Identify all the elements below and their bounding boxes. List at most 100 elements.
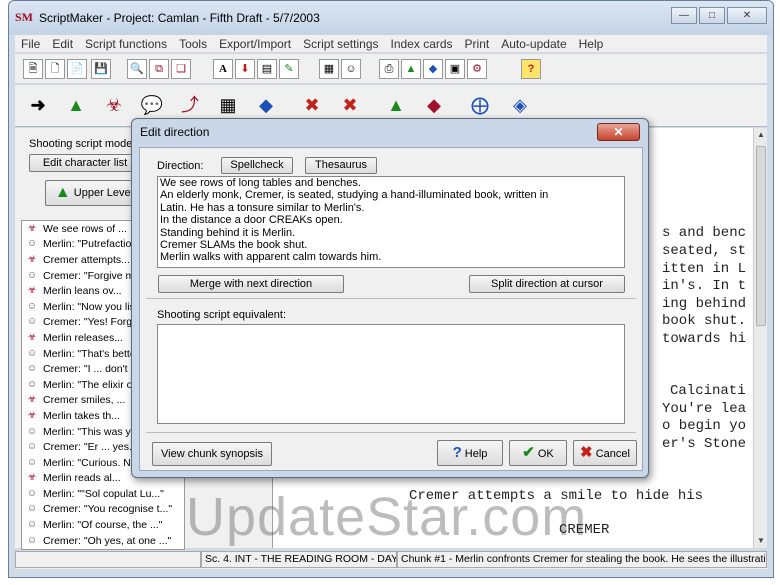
menu-export-import[interactable]: Export/Import [219, 37, 291, 51]
direction-label: Direction: [157, 160, 204, 172]
direction-line: An elderly monk, Cremer, is seated, stud… [160, 189, 549, 202]
list-item[interactable]: ☺ Cremer: "Oh yes, at one ..." [22, 533, 184, 549]
ok-button[interactable]: ✔ OK [509, 440, 567, 466]
index-card-icon[interactable]: ▣ [445, 59, 465, 79]
upper-level-button[interactable]: ▲ Upper Level [45, 180, 143, 206]
view-chunk-synopsis-button[interactable]: View chunk synopsis [152, 442, 272, 466]
help-icon: ? [452, 444, 462, 461]
merge-direction-button[interactable]: Merge with next direction [158, 275, 344, 293]
shooting-script-textarea[interactable] [157, 324, 625, 424]
dialogue-chunk-icon: ☺ [26, 519, 38, 531]
list-item-label: Cremer: "You recognise t..." [43, 503, 173, 516]
dialogue-chunk-icon: ☺ [26, 441, 38, 453]
dialogue-icon[interactable]: 💬 [137, 89, 167, 121]
list-item-label: We see rows of ... [43, 222, 127, 235]
divider [146, 298, 636, 299]
dialogue-chunk-icon: ☺ [26, 347, 38, 359]
settings-icon[interactable]: ⚙ [467, 59, 487, 79]
list-item-label: Merlin releases... [43, 331, 123, 344]
location-icon[interactable]: ◆ [423, 59, 443, 79]
minimize-icon[interactable]: — [671, 7, 697, 24]
document-edit-icon[interactable]: ✎ [279, 59, 299, 79]
calculator-icon[interactable]: ▦ [319, 59, 339, 79]
list-item-label: Merlin takes th... [43, 409, 121, 422]
shot-icon[interactable]: ◆ [251, 89, 281, 121]
upper-level-icon: ▲ [54, 184, 71, 202]
status-scene: Sc. 4. INT - THE READING ROOM - DAY [201, 551, 397, 568]
merge-shots-icon[interactable]: ⨁ [465, 89, 495, 121]
list-item[interactable]: ☺ Merlin: ""Sol copulat Lu..." [22, 486, 184, 502]
new-file-icon[interactable]: 🗎 [23, 59, 43, 79]
direction-line: Standing behind it is Merlin. [160, 226, 296, 239]
menu-print[interactable]: Print [465, 37, 490, 51]
direction-chunk-icon: ☣ [27, 409, 37, 421]
dialogue-chunk-icon: ☺ [26, 300, 38, 312]
delete-direction-icon[interactable]: ✖ [335, 89, 365, 121]
split-shots-icon[interactable]: ◈ [505, 89, 535, 121]
edit-character-list-button[interactable]: Edit character list [29, 154, 141, 172]
thesaurus-button[interactable]: Thesaurus [305, 157, 377, 174]
menu-auto-update[interactable]: Auto-update [501, 37, 566, 51]
transition-icon[interactable]: ⤴ [175, 89, 205, 121]
help-button[interactable]: ? Help [437, 440, 503, 466]
list-item-label: Merlin reads al... [43, 472, 121, 485]
shooting-script-label: Shooting script equivalent: [157, 309, 287, 321]
close-icon[interactable]: ✕ [727, 7, 767, 24]
character-icon[interactable]: ☺ [341, 59, 361, 79]
list-item-label: Cremer smiles, ... [43, 394, 126, 407]
menu-script-functions[interactable]: Script functions [85, 37, 167, 51]
new-scene-icon[interactable]: ▲ [381, 89, 411, 121]
list-item-label: Merlin: ""Sol copulat Lu..." [43, 487, 164, 500]
delete-scene-icon[interactable]: ✖ [297, 89, 327, 121]
spellcheck-button[interactable]: Spellcheck [221, 157, 293, 174]
script-line: o begin yo [662, 418, 747, 434]
cancel-label: Cancel [595, 448, 630, 460]
script-line: er's Stone [662, 436, 747, 452]
menu-tools[interactable]: Tools [179, 37, 207, 51]
help-icon[interactable]: ? [521, 59, 541, 79]
scroll-down-icon[interactable]: ▼ [754, 534, 768, 548]
font-icon[interactable]: A [213, 59, 233, 79]
dialogue-chunk-icon: ☺ [26, 378, 38, 390]
split-direction-button[interactable]: Split direction at cursor [469, 275, 625, 293]
clapperboard-icon[interactable]: ▦ [213, 89, 243, 121]
list-item[interactable]: ☺ Merlin: "Of course, the ..." [22, 517, 184, 533]
enter-arrow-icon[interactable]: ➜ [23, 89, 53, 121]
menu-edit[interactable]: Edit [52, 37, 73, 51]
list-item-label: Merlin: "This was yo... [43, 425, 146, 438]
scene-heading-icon[interactable]: ▲ [61, 89, 91, 121]
open-file-icon[interactable]: 📄 [67, 59, 87, 79]
direction-line: In the distance a door CREAKs open. [160, 214, 343, 227]
menu-file[interactable]: File [21, 37, 40, 51]
dialogue-chunk-icon: ☺ [26, 238, 38, 250]
paste-icon[interactable]: ❏ [171, 59, 191, 79]
edit-direction-dialog: Edit direction ✕ Direction: Spellcheck T… [131, 118, 649, 478]
vertical-scrollbar[interactable]: ▲ ▼ [753, 128, 767, 548]
scroll-up-icon[interactable]: ▲ [754, 128, 768, 142]
menu-script-settings[interactable]: Script settings [303, 37, 378, 51]
new-shot-icon[interactable]: ◆ [419, 89, 449, 121]
menu-index-cards[interactable]: Index cards [391, 37, 453, 51]
scene-icon[interactable]: ▲ [401, 59, 421, 79]
maximize-icon[interactable]: □ [699, 7, 725, 24]
script-line: seated, st [662, 243, 747, 259]
print-icon[interactable]: ⎙ [379, 59, 399, 79]
new-page-icon[interactable]: 🗋 [45, 59, 65, 79]
direction-chunk-icon: ☣ [27, 285, 37, 297]
arrow-down-icon[interactable]: ⬇ [235, 59, 255, 79]
copy-icon[interactable]: ⧉ [149, 59, 169, 79]
direction-chunk-icon: ☣ [27, 253, 37, 265]
direction-textarea[interactable]: We see rows of long tables and benches. … [157, 176, 625, 268]
find-icon[interactable]: 🔍 [127, 59, 147, 79]
save-icon[interactable]: 💾 [91, 59, 111, 79]
list-item[interactable]: ☺ Cremer: "You recognise t..." [22, 502, 184, 518]
list-item-label: Cremer: "Oh yes, at one ..." [43, 534, 172, 547]
dialog-close-icon[interactable]: ✕ [597, 123, 640, 141]
cancel-button[interactable]: ✖ Cancel [573, 440, 637, 466]
menu-help[interactable]: Help [579, 37, 604, 51]
list-item-label: Merlin leans ov... [43, 285, 122, 298]
scroll-thumb[interactable] [756, 146, 766, 326]
document-icon[interactable]: ▤ [257, 59, 277, 79]
script-line: You're lea [662, 401, 747, 417]
direction-icon[interactable]: ☣ [99, 89, 129, 121]
